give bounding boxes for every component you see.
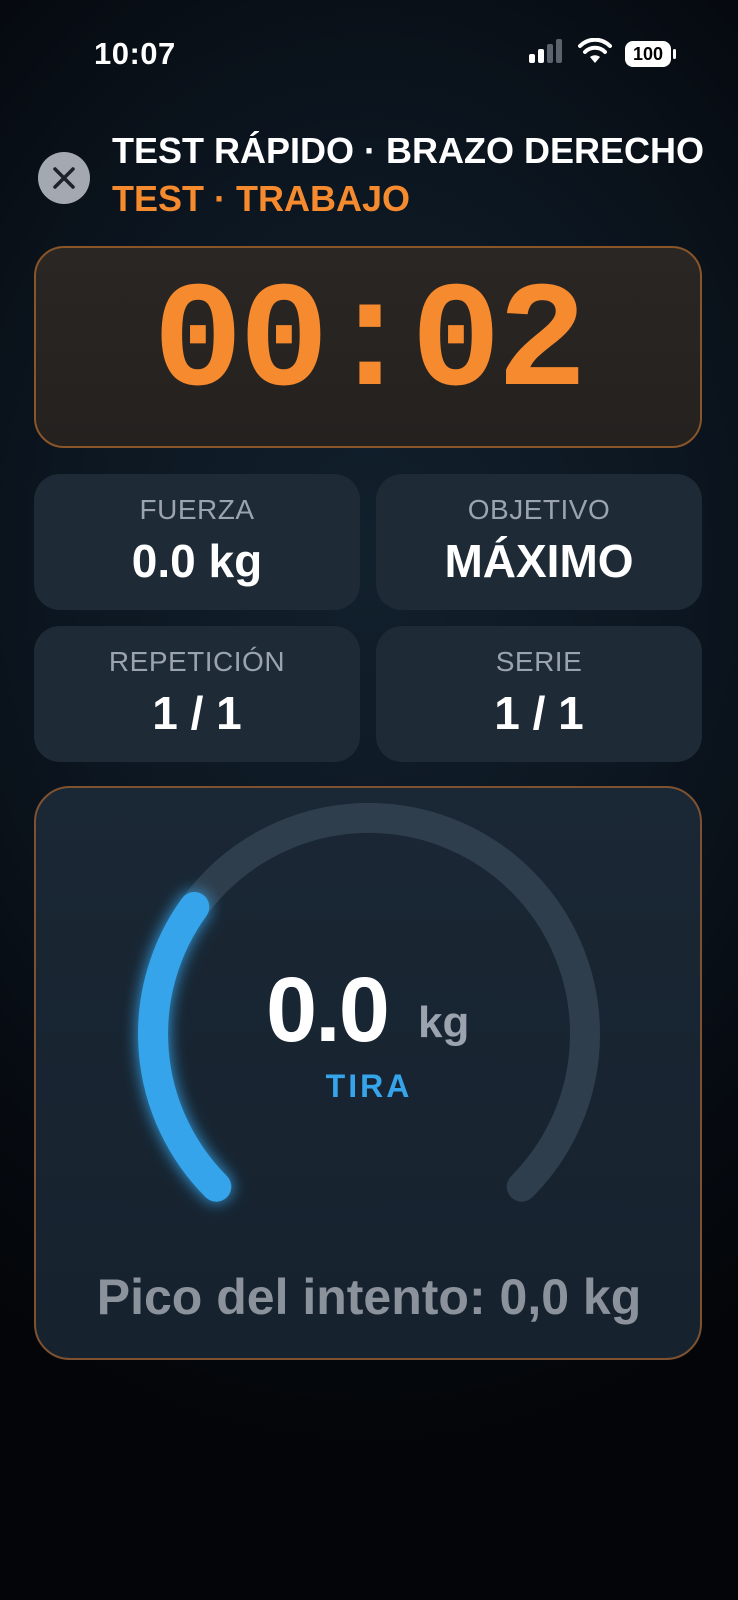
gauge-unit: kg <box>418 998 470 1047</box>
peak-value: Pico del intento: 0,0 kg <box>96 1269 642 1325</box>
force-gauge <box>138 802 600 1202</box>
gauge-direction-label: TIRA <box>325 1068 413 1104</box>
gauge-value: 0.0 <box>266 959 390 1061</box>
gauge-fill <box>138 892 232 1202</box>
